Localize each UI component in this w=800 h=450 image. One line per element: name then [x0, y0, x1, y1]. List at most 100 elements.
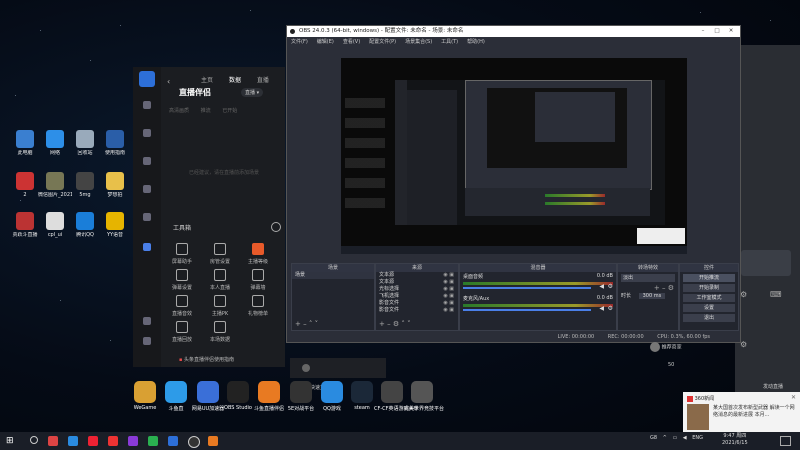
menu-item[interactable]: 查看(V) — [343, 39, 360, 45]
tool-item[interactable]: 直播回放 — [163, 321, 201, 343]
gamepad-icon[interactable]: ⌨ — [770, 290, 782, 299]
taskbar-app-5[interactable] — [128, 436, 138, 446]
visibility-lock-icon[interactable]: ◉ ▣ — [443, 293, 454, 300]
control-button[interactable]: 工作室模式 — [683, 294, 735, 302]
source-item[interactable]: 飞机选择 ◉ ▣ — [376, 293, 458, 300]
taskbar-app-9[interactable] — [208, 436, 218, 446]
speaker-icon[interactable]: ◀ — [599, 283, 604, 290]
menu-item[interactable]: 文件(F) — [291, 39, 308, 45]
desktop-icon[interactable]: 5mg — [68, 172, 102, 198]
live-helper-window[interactable]: ‹ 主页 数据 直播 直播伴侣 直播 ▾ 高清画质 推流 已开始 已经建议，请在… — [133, 67, 285, 367]
visibility-lock-icon[interactable]: ◉ ▣ — [443, 279, 454, 286]
down-icon[interactable]: ˅ — [407, 320, 411, 328]
channel-gear-icon[interactable]: ⚙ — [608, 283, 613, 290]
control-button[interactable]: 开始录制 — [683, 284, 735, 292]
up-icon[interactable]: ˄ — [401, 320, 405, 328]
tool-item[interactable]: 主播PK — [201, 295, 239, 317]
menu-item[interactable]: 帮助(H) — [467, 39, 485, 45]
filter-push[interactable]: 推流 — [201, 108, 211, 114]
mode-badge[interactable]: 直播 ▾ — [241, 88, 264, 97]
tab-home[interactable]: 主页 — [201, 77, 213, 84]
app-shortcut[interactable]: 完美世界竞技平台 — [404, 381, 444, 412]
speaker-icon[interactable]: ◀ — [599, 305, 604, 312]
nav-settings-icon[interactable] — [143, 337, 151, 345]
source-settings-icon[interactable]: ⚙ — [393, 320, 399, 328]
desktop-icon[interactable]: 使用指南 — [98, 130, 132, 156]
control-button[interactable]: 开始推流 — [683, 274, 735, 282]
source-item[interactable]: 光标选择 ◉ ▣ — [376, 286, 458, 293]
volume-icon[interactable]: ◀ — [683, 435, 687, 441]
back-icon[interactable]: ‹ — [167, 77, 170, 86]
add-transition-icon[interactable]: + — [654, 284, 660, 292]
filter-started[interactable]: 已开始 — [222, 108, 237, 114]
tool-item[interactable]: 本场数据 — [201, 321, 239, 343]
down-icon[interactable]: ˅ — [315, 320, 319, 328]
tool-item[interactable]: 本人直播 — [201, 269, 239, 291]
filter-quality[interactable]: 高清画质 — [169, 108, 189, 114]
up-icon[interactable]: ˄ — [309, 320, 313, 328]
remove-source-icon[interactable]: – — [387, 320, 391, 328]
nav-wifi-icon[interactable] — [143, 213, 151, 221]
news-notification[interactable]: 360新闻 ✕ 某大国首次发布新型武器 解读一个网络消息的最新进展 本月... — [683, 392, 800, 434]
desktop-icon[interactable]: 此电脑 — [8, 130, 42, 156]
duration-input[interactable]: 300 ms — [638, 293, 666, 299]
network-icon[interactable]: ▭ — [672, 435, 677, 441]
tool-item[interactable]: 屏幕助手 — [163, 243, 201, 265]
language-indicator[interactable]: ENG — [692, 435, 703, 441]
background-window[interactable]: ⚙ ⌨ ⚙ 发动直播 — [735, 45, 800, 400]
tab-data[interactable]: 数据 — [229, 77, 241, 84]
desktop-icon[interactable]: 腾讯QQ — [68, 212, 102, 238]
obs-window[interactable]: OBS 24.0.3 (64-bit, windows) - 配置文件: 未命名… — [286, 25, 741, 343]
add-source-icon[interactable]: + — [379, 320, 385, 328]
notif-close-icon[interactable]: ✕ — [791, 394, 796, 401]
control-button[interactable]: 退出 — [683, 314, 735, 322]
desktop-icon[interactable]: 回收站 — [68, 130, 102, 156]
source-item[interactable]: 文本源 ◉ ▣ — [376, 279, 458, 286]
minimize-button[interactable]: – — [696, 26, 710, 37]
taskbar-app-7[interactable] — [168, 436, 178, 446]
visibility-lock-icon[interactable]: ◉ ▣ — [443, 286, 454, 293]
tray-expand-icon[interactable]: ^ — [663, 435, 667, 441]
tool-item[interactable]: 直播音效 — [163, 295, 201, 317]
nav-active-icon[interactable] — [143, 243, 151, 251]
volume-slider[interactable] — [463, 309, 591, 311]
taskbar-app-2[interactable] — [68, 436, 78, 446]
taskbar-app-4[interactable] — [108, 436, 118, 446]
search-icon[interactable] — [30, 436, 38, 444]
taskbar-app-3[interactable] — [88, 436, 98, 446]
tab-live[interactable]: 直播 — [257, 77, 269, 84]
app-shortcut[interactable]: 斗鱼直播伴侣 — [251, 381, 287, 412]
source-item[interactable]: 影音文件 ◉ ▣ — [376, 300, 458, 307]
nav-data-icon[interactable] — [143, 129, 151, 137]
desktop-icon[interactable]: 梦想拍 — [98, 172, 132, 198]
tool-item[interactable]: 房管设置 — [201, 243, 239, 265]
clock[interactable]: 9:47 周四 2021/6/15 — [722, 433, 748, 447]
transition-select[interactable]: 淡出 — [621, 274, 675, 282]
nav-tools-icon[interactable] — [143, 157, 151, 165]
tool-item[interactable]: 礼物榜单 — [239, 295, 277, 317]
maximize-button[interactable]: □ — [710, 26, 724, 37]
nav-search-icon[interactable] — [143, 317, 151, 325]
desktop-icon[interactable]: 网络 — [38, 130, 72, 156]
remove-scene-icon[interactable]: – — [303, 320, 307, 328]
tool-item[interactable]: 弹幕墙 — [239, 269, 277, 291]
add-scene-icon[interactable]: + — [295, 320, 301, 328]
taskbar-app-6[interactable] — [148, 436, 158, 446]
visibility-lock-icon[interactable]: ◉ ▣ — [443, 300, 454, 307]
source-item[interactable]: 文本源 ◉ ▣ — [376, 272, 458, 279]
settings-icon[interactable]: ⚙ — [740, 290, 747, 299]
visibility-lock-icon[interactable]: ◉ ▣ — [443, 272, 454, 279]
desktop-icon[interactable]: 贾跃斗直播 — [8, 212, 42, 238]
remove-transition-icon[interactable]: – — [662, 284, 666, 292]
tool-item[interactable]: 主播等级 — [239, 243, 277, 265]
taskbar-obs[interactable] — [188, 436, 200, 448]
start-button[interactable]: ⊞ — [6, 436, 16, 446]
volume-slider[interactable] — [463, 287, 591, 289]
nav-home-icon[interactable] — [143, 101, 151, 109]
desktop-icon[interactable]: 微信图片_2021021... — [38, 172, 72, 198]
source-item[interactable]: 影音文件 ◉ ▣ — [376, 307, 458, 314]
menu-item[interactable]: 场景集合(S) — [405, 39, 432, 45]
close-button[interactable]: ✕ — [724, 26, 738, 37]
settings-icon-2[interactable]: ⚙ — [740, 340, 747, 349]
menu-item[interactable]: 配置文件(P) — [369, 39, 396, 45]
